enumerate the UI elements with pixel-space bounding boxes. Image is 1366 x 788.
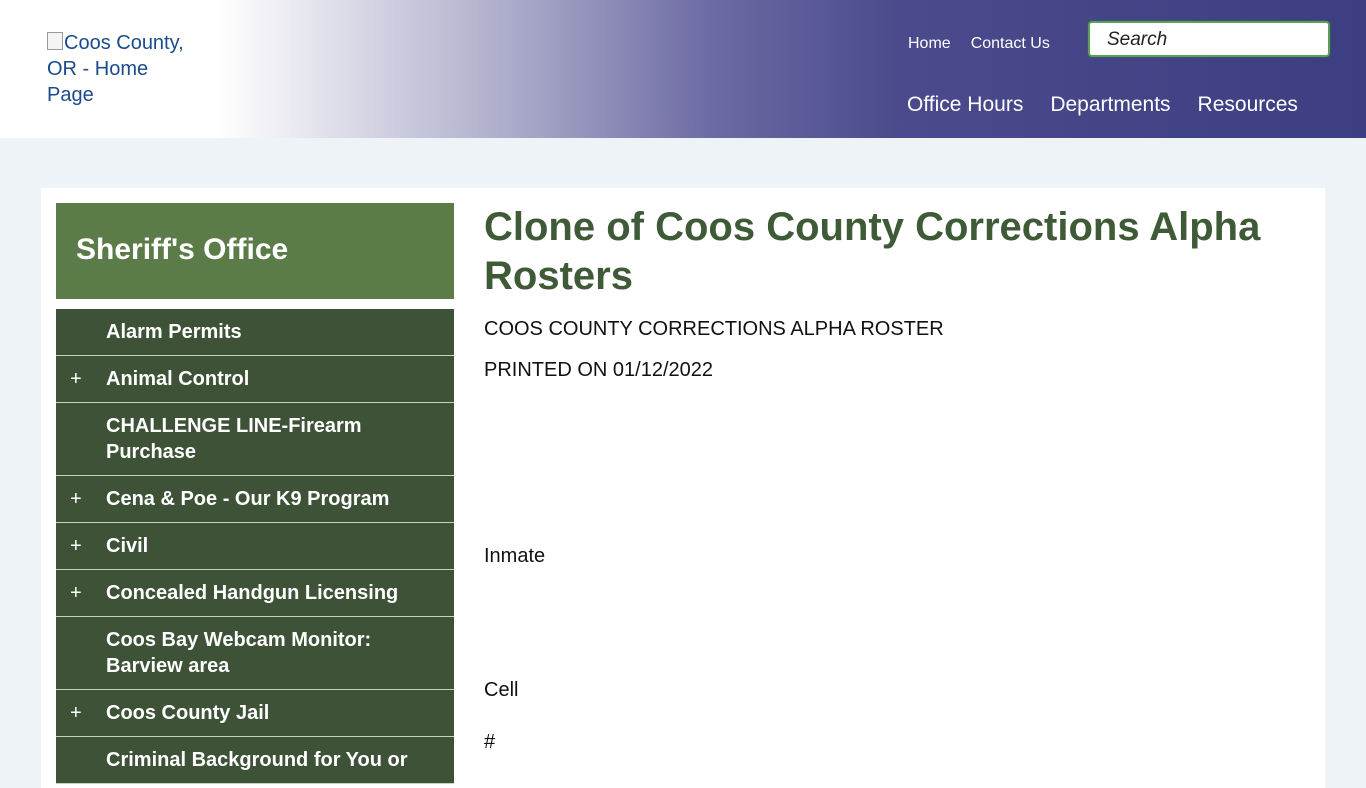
roster-heading: COOS COUNTY CORRECTIONS ALPHA ROSTER bbox=[484, 318, 944, 340]
column-inmate: Inmate bbox=[484, 545, 546, 567]
sidebar-menu: Alarm Permits + Animal Control CHALLENGE LI… bbox=[56, 309, 454, 784]
nav-resources[interactable]: Resources bbox=[1198, 93, 1298, 116]
nav-departments[interactable]: Departments bbox=[1050, 93, 1170, 116]
expand-plus-icon[interactable]: + bbox=[70, 700, 84, 726]
broken-image-icon bbox=[47, 32, 63, 50]
site-logo[interactable]: Coos County, OR - Home Page bbox=[47, 30, 187, 108]
home-link[interactable]: Home bbox=[908, 35, 951, 52]
printed-on-date: PRINTED ON 01/12/2022 bbox=[484, 359, 713, 381]
expand-plus-icon[interactable]: + bbox=[70, 486, 84, 512]
sidebar-item-label: Civil bbox=[106, 535, 149, 557]
sidebar-item[interactable]: + Concealed Handgun Licensing bbox=[56, 570, 454, 617]
sidebar-item[interactable]: + Animal Control bbox=[56, 356, 454, 403]
sidebar-item[interactable]: Coos Bay Webcam Monitor: Barview area bbox=[56, 617, 454, 690]
sidebar-item-label: CHALLENGE LINE-Firearm Purchase bbox=[106, 415, 362, 463]
content-panel: Sheriff's Office Alarm Permits + Animal Co… bbox=[41, 188, 1325, 788]
expand-plus-icon[interactable]: + bbox=[70, 366, 84, 392]
contact-us-link[interactable]: Contact Us bbox=[971, 35, 1050, 52]
sidebar-item-label: Cena & Poe - Our K9 Program bbox=[106, 488, 390, 510]
sidebar-item-label: Alarm Permits bbox=[106, 321, 242, 343]
sidebar-item[interactable]: Criminal Background for You or bbox=[56, 737, 454, 784]
sidebar-item[interactable]: + Cena & Poe - Our K9 Program bbox=[56, 476, 454, 523]
expand-plus-icon[interactable]: + bbox=[70, 533, 84, 559]
column-cell: Cell bbox=[484, 679, 519, 701]
utility-nav: Home Contact Us bbox=[908, 35, 1070, 53]
site-header: Coos County, OR - Home Page Home Contact … bbox=[0, 0, 1366, 138]
sidebar-item[interactable]: + Coos County Jail bbox=[56, 690, 454, 737]
sidebar-item-label: Coos Bay Webcam Monitor: Barview area bbox=[106, 629, 372, 677]
column-number: # bbox=[484, 731, 496, 753]
page-title: Clone of Coos County Corrections Alpha R… bbox=[484, 205, 1261, 298]
sidebar-item-label: Coos County Jail bbox=[106, 702, 270, 724]
sidebar-item[interactable]: + Civil bbox=[56, 523, 454, 570]
expand-plus-icon[interactable]: + bbox=[70, 580, 84, 606]
main-nav: Office Hours Departments Resources bbox=[907, 93, 1325, 117]
sidebar-item[interactable]: Alarm Permits bbox=[56, 309, 454, 356]
search-input[interactable]: Search bbox=[1088, 21, 1330, 57]
nav-office-hours[interactable]: Office Hours bbox=[907, 93, 1023, 116]
logo-alt-text: Coos County, OR - Home Page bbox=[47, 32, 184, 106]
sidebar-item-label: Animal Control bbox=[106, 368, 250, 390]
sidebar-item[interactable]: CHALLENGE LINE-Firearm Purchase bbox=[56, 403, 454, 476]
sidebar-title[interactable]: Sheriff's Office bbox=[56, 203, 454, 299]
sidebar-item-label: Concealed Handgun Licensing bbox=[106, 582, 399, 604]
